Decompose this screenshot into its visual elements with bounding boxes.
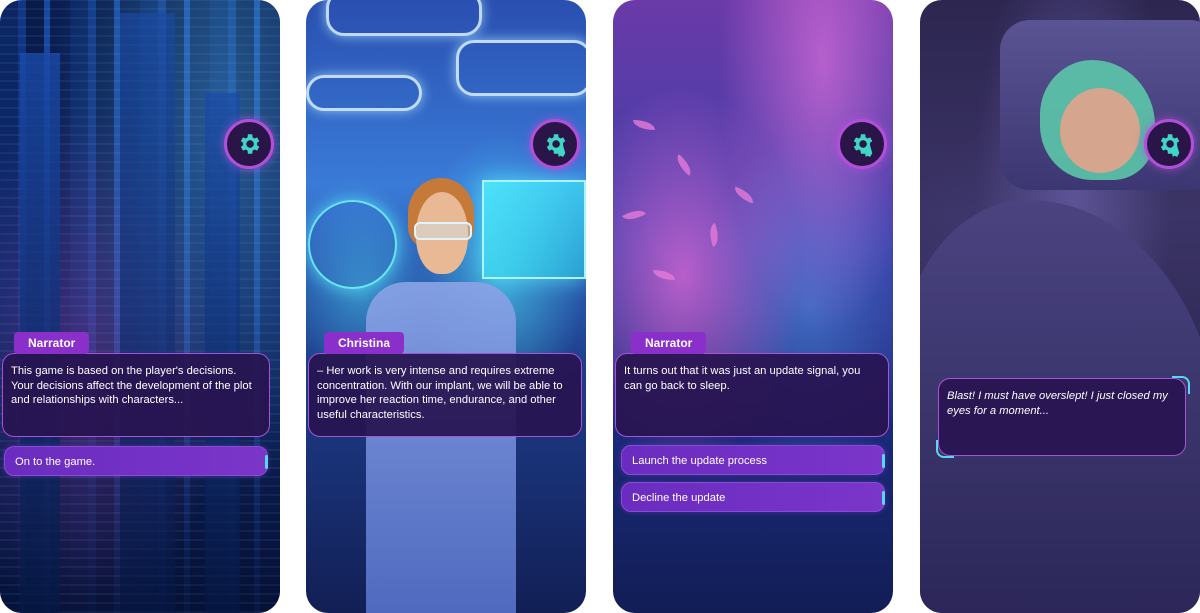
settings-button[interactable] [1144,119,1194,169]
settings-button[interactable] [530,119,580,169]
speaker-name-tag: Christina [324,332,405,354]
thought-box: Blast! I must have overslept! I just clo… [938,378,1186,456]
settings-button[interactable] [837,119,887,169]
skyscraper [120,13,175,613]
ceiling-light [456,40,586,96]
thought-text: Blast! I must have overslept! I just clo… [947,390,1168,417]
gear-icon [853,134,873,157]
dialogue-box: It turns out that it was just an update … [615,353,889,437]
screen-3: Narrator It turns out that it was just a… [613,0,893,613]
choice-button[interactable]: Decline the update [621,482,885,512]
choice-button[interactable]: Launch the update process [621,445,885,475]
speaker-name-tag: Narrator [631,332,707,354]
ceiling-light [306,75,422,111]
screen-1: Narrator This game is based on the playe… [0,0,280,613]
screen-2: Christina – Her work is very intense and… [306,0,586,613]
choice-button[interactable]: On to the game. [4,446,268,476]
bedroom-background [613,0,893,613]
dialogue-box: – Her work is very intense and requires … [308,353,582,437]
gear-icon [240,134,260,154]
wall-monitor [482,180,586,279]
dialogue-text: It turns out that it was just an update … [624,365,861,392]
sleeper-face [1060,88,1140,173]
ceiling-light [326,0,482,36]
hologram-globe [308,200,397,289]
dialogue-text: This game is based on the player's decis… [11,365,252,406]
dialogue-text: – Her work is very intense and requires … [317,365,563,421]
gear-icon [546,134,566,157]
frame-corner [1172,376,1190,394]
screen-4: Blast! I must have overslept! I just clo… [920,0,1200,613]
gear-icon [1160,134,1180,157]
settings-button[interactable] [224,119,274,169]
dialogue-box: This game is based on the player's decis… [2,353,270,437]
frame-corner [936,440,954,458]
speaker-name-tag: Narrator [14,332,90,354]
